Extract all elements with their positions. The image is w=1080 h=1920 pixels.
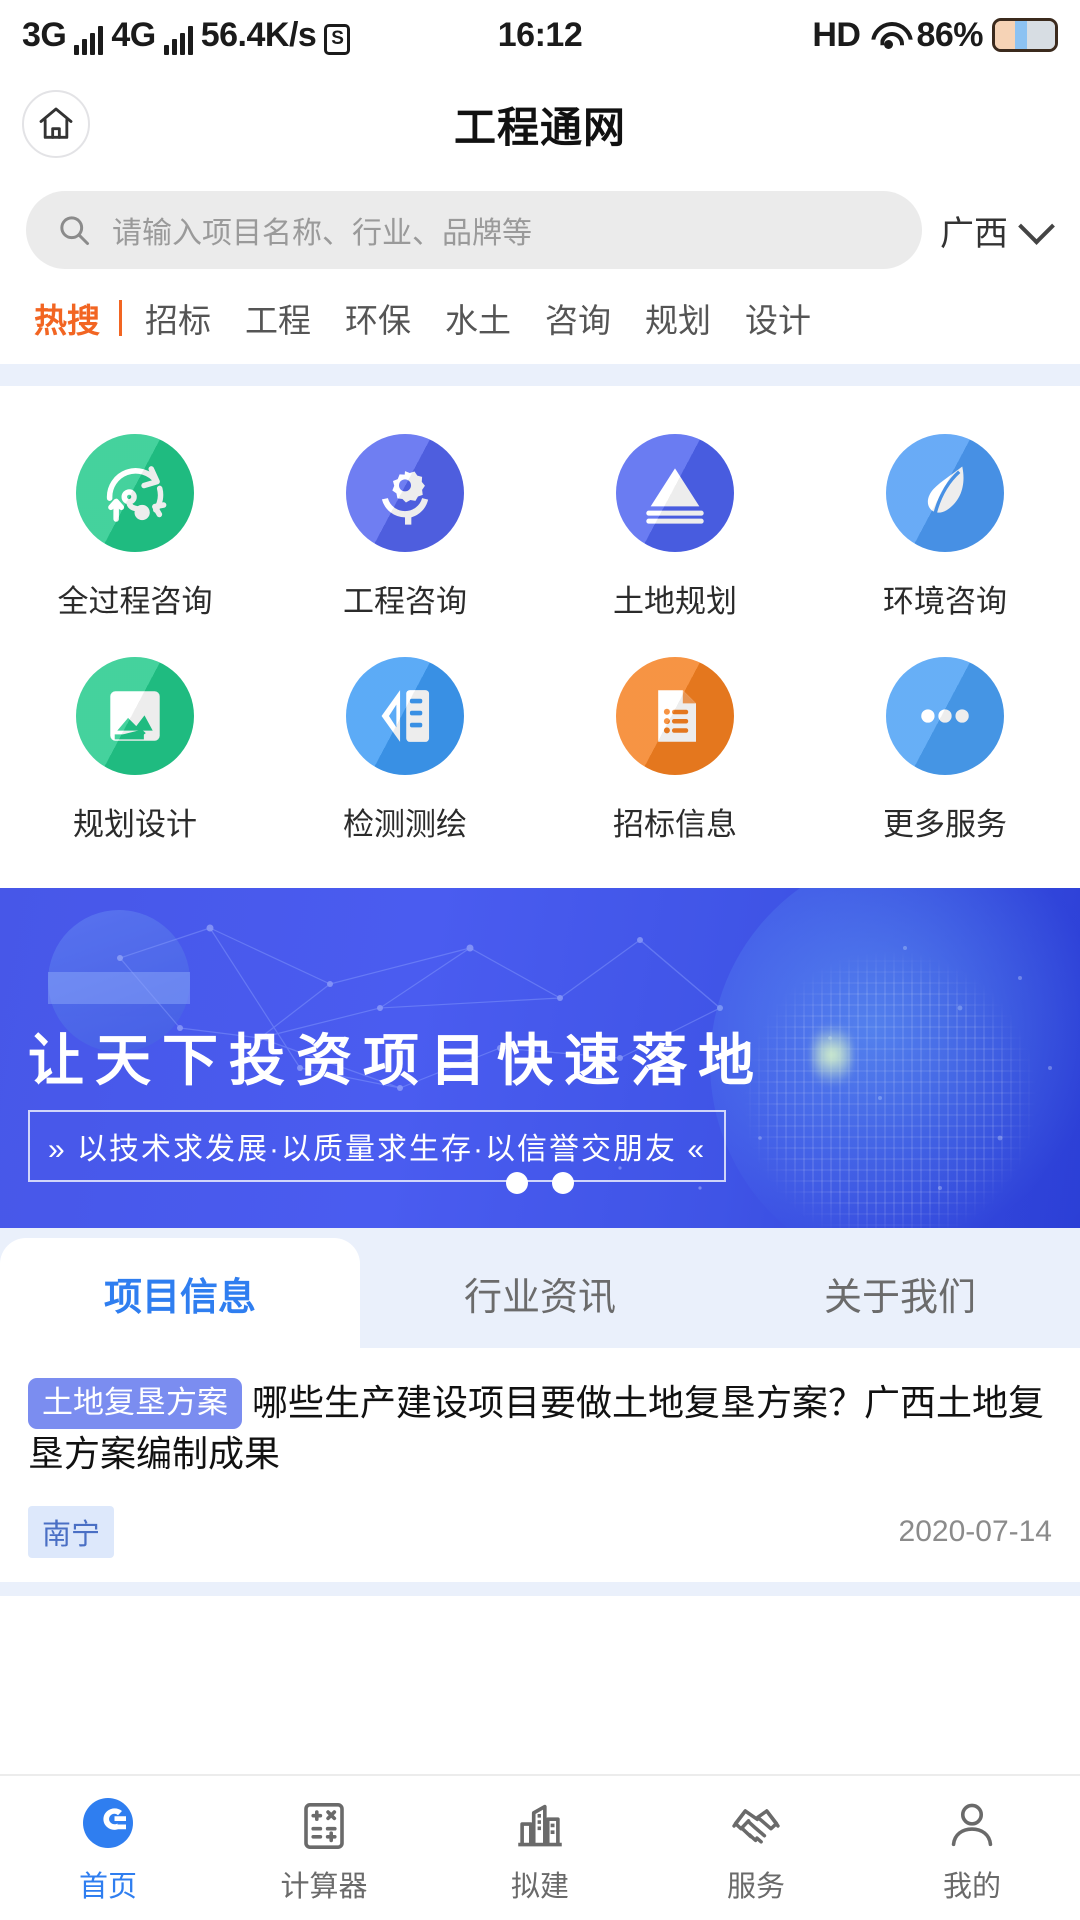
service-label: 招标信息	[613, 807, 737, 842]
home-button[interactable]	[22, 90, 90, 158]
search-row: 请输入项目名称、行业、品牌等 广西	[0, 178, 1080, 282]
status-bar: 3G 4G 56.4K/s S 16:12 HD 86%	[0, 0, 1080, 70]
article-title-row: 土地复垦方案 哪些生产建设项目要做土地复垦方案？广西土地复垦方案编制成果	[28, 1378, 1052, 1478]
service-item-招标信息[interactable]: 招标信息	[540, 643, 810, 866]
banner-pagination[interactable]	[0, 1172, 1080, 1194]
nav-label: 拟建	[510, 1871, 569, 1903]
home-logo-icon	[78, 1791, 138, 1853]
content-tabs-wrap: 项目信息 行业资讯 关于我们	[0, 1228, 1080, 1348]
calculator-icon	[297, 1791, 351, 1853]
banner-sub-text: 以技术求发展·以质量求生存·以信誉交朋友	[77, 1133, 678, 1166]
banner-title: 让天下投资项目快速落地	[28, 1029, 765, 1092]
hot-search-tabs: 热搜 招标 工程 环保 水土 咨询 规划 设计	[0, 282, 1080, 364]
gear-consult-icon	[346, 434, 464, 552]
article-meta: 南宁 2020-07-14	[28, 1506, 1052, 1559]
service-item-土地规划[interactable]: 土地规划	[540, 420, 810, 643]
battery-percent: 86%	[916, 15, 983, 54]
service-grid: 全过程咨询 工程咨询 土地规划 环境咨询 规划设计 检测测绘 招标信息 更多服务	[0, 386, 1080, 888]
tab-项目信息[interactable]: 项目信息	[0, 1238, 360, 1348]
nav-item-服务[interactable]: 服务	[648, 1791, 864, 1905]
bottom-nav: 首页 计算器 拟建 服务 我的	[0, 1774, 1080, 1920]
service-label: 工程咨询	[343, 584, 467, 619]
article-separator	[0, 1582, 1080, 1597]
banner-dot-2[interactable]	[552, 1172, 574, 1194]
signal-bars-2-icon	[163, 25, 193, 55]
service-item-更多服务[interactable]: 更多服务	[810, 643, 1080, 866]
leaf-icon	[886, 434, 1004, 552]
nav-label: 我的	[942, 1871, 1001, 1903]
service-item-环境咨询[interactable]: 环境咨询	[810, 420, 1080, 643]
page-title: 工程通网	[453, 103, 626, 151]
service-label: 全过程咨询	[57, 584, 213, 619]
service-item-全过程咨询[interactable]: 全过程咨询	[0, 420, 270, 643]
article-date: 2020-07-14	[898, 1515, 1052, 1549]
more-dots-icon	[886, 657, 1004, 775]
region-label: 广西	[940, 214, 1008, 253]
network-type-2: 4G	[111, 15, 156, 54]
search-input[interactable]: 请输入项目名称、行业、品牌等	[26, 191, 922, 269]
design-draw-icon	[76, 657, 194, 775]
nav-label: 服务	[726, 1871, 785, 1903]
nav-label: 计算器	[280, 1871, 368, 1903]
service-label: 环境咨询	[883, 584, 1007, 619]
content-tabs: 项目信息 行业资讯 关于我们	[0, 1238, 1080, 1348]
signal-bars-1-icon	[74, 25, 104, 55]
wifi-icon	[869, 20, 907, 50]
hot-tab-3[interactable]: 环保	[328, 294, 428, 342]
tab-关于我们[interactable]: 关于我们	[720, 1238, 1080, 1348]
service-label: 检测测绘	[343, 807, 467, 842]
hd-indicator: HD	[812, 15, 861, 54]
section-divider	[0, 364, 1080, 386]
chevron-down-icon	[1018, 208, 1055, 245]
hot-tab-7[interactable]: 设计	[728, 294, 828, 342]
buildings-icon	[510, 1791, 570, 1853]
hot-tab-0[interactable]: 热搜	[26, 294, 117, 342]
search-placeholder: 请输入项目名称、行业、品牌等	[112, 217, 532, 250]
region-selector[interactable]: 广西	[940, 206, 1055, 255]
nav-item-拟建[interactable]: 拟建	[432, 1791, 648, 1905]
handshake-icon	[726, 1791, 786, 1853]
light-flare-decor	[812, 1016, 852, 1094]
article-tag: 土地复垦方案	[28, 1378, 242, 1429]
status-bar-right: HD 86%	[812, 16, 1058, 55]
service-item-工程咨询[interactable]: 工程咨询	[270, 420, 540, 643]
hot-tab-divider	[119, 300, 122, 336]
service-row-1: 全过程咨询 工程咨询 土地规划 环境咨询	[0, 420, 1080, 643]
service-item-规划设计[interactable]: 规划设计	[0, 643, 270, 866]
banner-sub-left-mark: »	[48, 1133, 67, 1166]
hot-tab-5[interactable]: 咨询	[528, 294, 628, 342]
banner-sub-right-mark: «	[687, 1133, 707, 1166]
hot-tab-1[interactable]: 招标	[128, 294, 228, 342]
service-item-检测测绘[interactable]: 检测测绘	[270, 643, 540, 866]
ruler-survey-icon	[346, 657, 464, 775]
nav-item-我的[interactable]: 我的	[864, 1791, 1080, 1905]
sim-card-icon: S	[324, 23, 351, 55]
nav-label: 首页	[78, 1871, 137, 1903]
hot-tab-2[interactable]: 工程	[228, 294, 328, 342]
nav-item-首页[interactable]: 首页	[0, 1791, 216, 1905]
service-label: 更多服务	[883, 807, 1007, 842]
bid-list-icon	[616, 657, 734, 775]
mountain-land-icon	[616, 434, 734, 552]
service-label: 土地规划	[613, 584, 737, 619]
tab-行业资讯[interactable]: 行业资讯	[360, 1238, 720, 1348]
network-speed: 56.4K/s	[200, 15, 317, 54]
service-row-2: 规划设计 检测测绘 招标信息 更多服务	[0, 643, 1080, 866]
promo-banner[interactable]: 让天下投资项目快速落地 » 以技术求发展·以质量求生存·以信誉交朋友 «	[0, 888, 1080, 1228]
process-cycle-icon	[76, 434, 194, 552]
app-header: 工程通网	[0, 70, 1080, 178]
battery-icon	[992, 18, 1058, 52]
user-person-icon	[945, 1791, 999, 1853]
search-icon	[60, 216, 89, 245]
hot-tab-4[interactable]: 水土	[428, 294, 528, 342]
network-type-1: 3G	[22, 15, 67, 54]
home-icon	[39, 107, 73, 139]
article-city: 南宁	[28, 1506, 115, 1559]
service-label: 规划设计	[73, 807, 197, 842]
nav-item-计算器[interactable]: 计算器	[216, 1791, 432, 1905]
status-bar-left: 3G 4G 56.4K/s S	[22, 15, 351, 55]
article-list-item[interactable]: 土地复垦方案 哪些生产建设项目要做土地复垦方案？广西土地复垦方案编制成果 南宁 2…	[0, 1348, 1080, 1583]
hot-tab-6[interactable]: 规划	[628, 294, 728, 342]
banner-dot-1[interactable]	[506, 1172, 528, 1194]
